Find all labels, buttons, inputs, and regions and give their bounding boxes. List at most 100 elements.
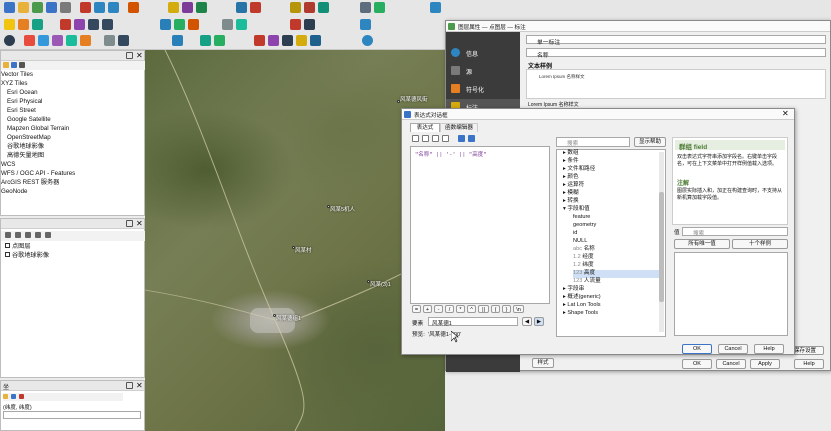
select-icon[interactable] [182, 2, 193, 13]
remove-layer-icon[interactable] [45, 232, 51, 238]
plugin-icon[interactable] [374, 2, 385, 13]
paste-icon[interactable] [102, 19, 113, 30]
list-item[interactable]: WCS [1, 161, 15, 170]
op-concat-button[interactable]: || [478, 305, 489, 313]
list-item[interactable]: GeoNode [1, 188, 28, 197]
tree-item[interactable]: ▸ 字段串 [563, 286, 584, 294]
ok-button[interactable]: OK [682, 344, 712, 354]
copy-icon[interactable] [88, 19, 99, 30]
label-mode-select[interactable]: 单一标注 [526, 35, 826, 46]
refresh-icon[interactable] [128, 2, 139, 13]
float-icon[interactable] [126, 52, 133, 59]
label-icon[interactable] [290, 2, 301, 13]
edit-icon[interactable] [11, 394, 16, 399]
label-pin-icon[interactable] [304, 2, 315, 13]
list-item[interactable]: Esri Street [7, 107, 36, 116]
tree-item[interactable]: geometry [573, 222, 596, 230]
new-file-icon[interactable] [412, 135, 419, 142]
tree-item[interactable]: ▸ Shape Tools [563, 310, 598, 318]
feature-select[interactable]: 风某德1 [428, 317, 518, 327]
cancel-button[interactable]: Cancel [716, 359, 746, 369]
tree-item[interactable]: feature [573, 214, 590, 222]
identify-icon[interactable] [168, 2, 179, 13]
filter-icon[interactable] [15, 232, 21, 238]
load-icon[interactable] [468, 135, 475, 142]
tree-item[interactable]: 123 人流量 [573, 278, 601, 286]
tab-expression[interactable]: 表达式 [410, 123, 440, 132]
folder-icon[interactable] [18, 2, 29, 13]
list-item[interactable]: WFS / OGC API - Features [1, 170, 75, 179]
tree-item[interactable]: ▸ 颜色 [563, 174, 579, 182]
counter-icon[interactable] [104, 35, 115, 46]
tree-item[interactable]: 1.2 纬度 [573, 262, 594, 270]
add-raster-icon[interactable] [188, 19, 199, 30]
open-project-icon[interactable] [4, 2, 15, 13]
tree-item[interactable]: 1.2 经度 [573, 254, 594, 262]
toolbox-icon[interactable] [304, 19, 315, 30]
tab-functions[interactable]: 函数编辑器 [440, 123, 478, 132]
help-button[interactable]: Help [754, 344, 784, 354]
layer-item[interactable]: 点图层 [5, 243, 31, 252]
expression-editor[interactable]: "名称" || '-' || "高度" [410, 146, 550, 304]
italic-icon[interactable] [432, 135, 439, 142]
globe-icon[interactable] [430, 2, 441, 13]
close-icon[interactable]: ✕ [136, 381, 144, 390]
field-calc-icon[interactable] [250, 2, 261, 13]
tree-scrollbar[interactable] [659, 152, 664, 332]
value-field-select[interactable]: 名称 [526, 48, 826, 59]
rotate-feature-icon[interactable] [52, 35, 63, 46]
coords-input[interactable] [3, 411, 141, 419]
values-list[interactable] [674, 252, 788, 336]
expand-icon[interactable] [25, 232, 31, 238]
wkt-icon[interactable] [362, 35, 373, 46]
attribute-table-icon[interactable] [236, 2, 247, 13]
add-icon[interactable] [3, 394, 8, 399]
list-item[interactable]: 谷歌地球影像 [7, 143, 44, 152]
wms-icon[interactable] [236, 19, 247, 30]
list-item[interactable]: 高德矢量地图 [7, 152, 44, 161]
op-divide-button[interactable]: / [445, 305, 454, 313]
georef-icon[interactable] [172, 35, 183, 46]
visibility-icon[interactable] [5, 232, 11, 238]
op-multiply-button[interactable]: * [456, 305, 465, 313]
tree-item[interactable]: abc 名称 [573, 246, 595, 254]
digitize-icon[interactable] [18, 19, 29, 30]
list-item[interactable]: OpenStreetMap [7, 134, 51, 143]
close-icon[interactable]: ✕ [136, 219, 144, 228]
tree-item[interactable]: ▸ Lat Lon Tools [563, 302, 601, 310]
db-icon[interactable] [222, 19, 233, 30]
processing-icon[interactable] [290, 19, 301, 30]
node-tool-icon[interactable] [24, 35, 35, 46]
merge-icon[interactable] [296, 35, 307, 46]
reshape-icon[interactable] [118, 35, 129, 46]
grid-icon[interactable] [360, 19, 371, 30]
float-icon[interactable] [126, 220, 133, 227]
list-item[interactable]: Vector Tiles [1, 71, 33, 80]
next-feature-button[interactable]: ▶ [534, 317, 544, 326]
tree-item[interactable]: NULL [573, 238, 587, 246]
sidebar-item-symbology[interactable]: 符号化 [446, 81, 520, 97]
function-search-input[interactable]: 搜索 [556, 137, 630, 147]
apply-button[interactable]: Apply [750, 359, 780, 369]
close-icon[interactable]: ✕ [136, 51, 144, 60]
list-item[interactable]: Esri Physical [7, 98, 42, 107]
tree-item[interactable]: ▸ 条件 [563, 158, 579, 166]
tree-item[interactable]: ▸ 转换 [563, 198, 579, 206]
measure-icon[interactable] [196, 2, 207, 13]
zoom-out-icon[interactable] [108, 2, 119, 13]
vertex-icon[interactable] [254, 35, 265, 46]
cancel-button[interactable]: Cancel [718, 344, 748, 354]
move-feature-icon[interactable] [38, 35, 49, 46]
ten-samples-button[interactable]: 十个样例 [732, 239, 788, 249]
sidebar-item-info[interactable]: 信息 [446, 45, 520, 61]
style-button[interactable]: 样式 [532, 358, 554, 368]
remove-icon[interactable] [19, 394, 24, 399]
union-icon[interactable] [310, 35, 321, 46]
list-item[interactable]: Mapzen Global Terrain [7, 125, 69, 134]
tree-item[interactable]: id [573, 230, 577, 238]
open-file-icon[interactable] [422, 135, 429, 142]
list-item[interactable]: XYZ Tiles [1, 80, 27, 89]
ok-button[interactable]: OK [682, 359, 712, 369]
save-icon[interactable] [458, 135, 465, 142]
all-unique-button[interactable]: 所有唯一值 [674, 239, 730, 249]
